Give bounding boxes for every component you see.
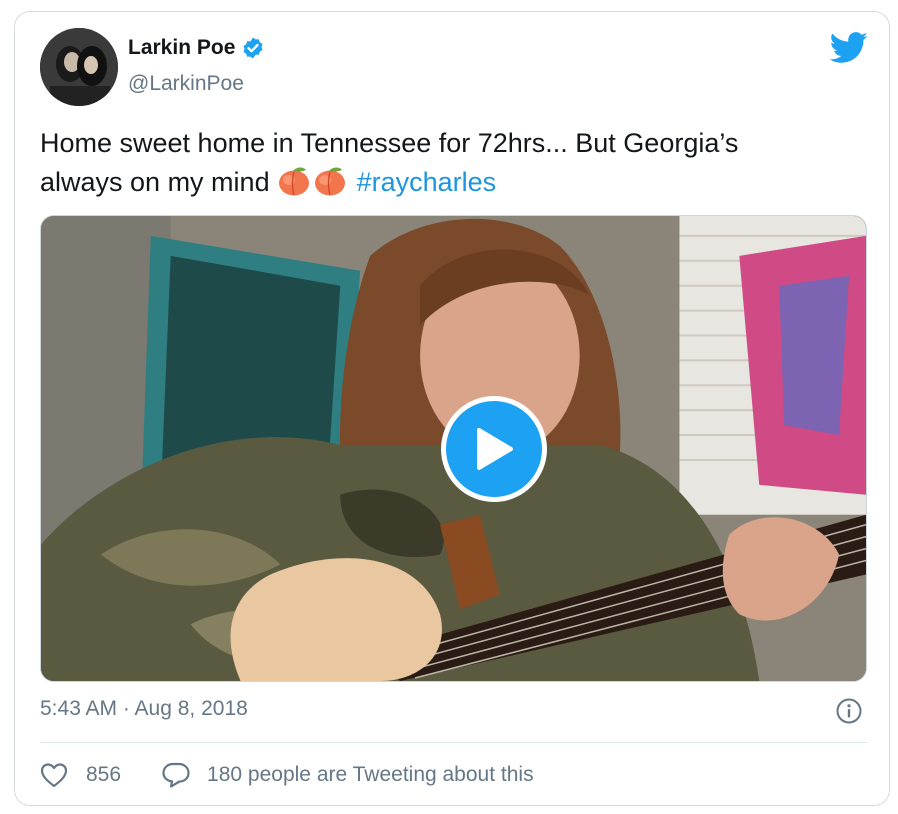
heart-icon — [40, 763, 68, 788]
avatar[interactable] — [40, 28, 118, 106]
play-button[interactable] — [441, 396, 547, 502]
play-icon — [477, 428, 513, 470]
user-handle[interactable]: @LarkinPoe — [128, 72, 244, 96]
verified-badge-icon — [243, 37, 263, 59]
hashtag-link[interactable]: #raycharles — [357, 167, 497, 197]
display-name[interactable]: Larkin Poe — [128, 36, 235, 60]
engagement-bar: 856 180 people are Tweeting about this — [40, 761, 534, 789]
author-name-row: Larkin Poe — [128, 36, 265, 60]
tweet-text-line1: Home sweet home in Tennessee for 72hrs..… — [40, 128, 739, 158]
speech-bubble-icon — [162, 762, 190, 788]
video-media[interactable] — [40, 215, 867, 682]
peach-emoji-icon — [279, 167, 310, 196]
tweet-text-line2: always on my mind #raycharles — [40, 163, 860, 202]
divider — [40, 742, 867, 743]
info-icon[interactable] — [836, 698, 862, 724]
tweeting-about-text: 180 people are Tweeting about this — [207, 763, 534, 786]
like-button[interactable]: 856 — [40, 762, 121, 788]
tweet-timestamp[interactable]: 5:43 AM · Aug 8, 2018 — [40, 697, 248, 721]
tweeting-about-link[interactable]: 180 people are Tweeting about this — [161, 761, 534, 789]
tweet-text: Home sweet home in Tennessee for 72hrs..… — [40, 124, 860, 202]
twitter-bird-icon[interactable] — [829, 32, 869, 64]
like-count: 856 — [86, 763, 122, 786]
peach-emoji-icon — [315, 167, 346, 196]
tweet-text-line2-prefix: always on my mind — [40, 167, 270, 197]
